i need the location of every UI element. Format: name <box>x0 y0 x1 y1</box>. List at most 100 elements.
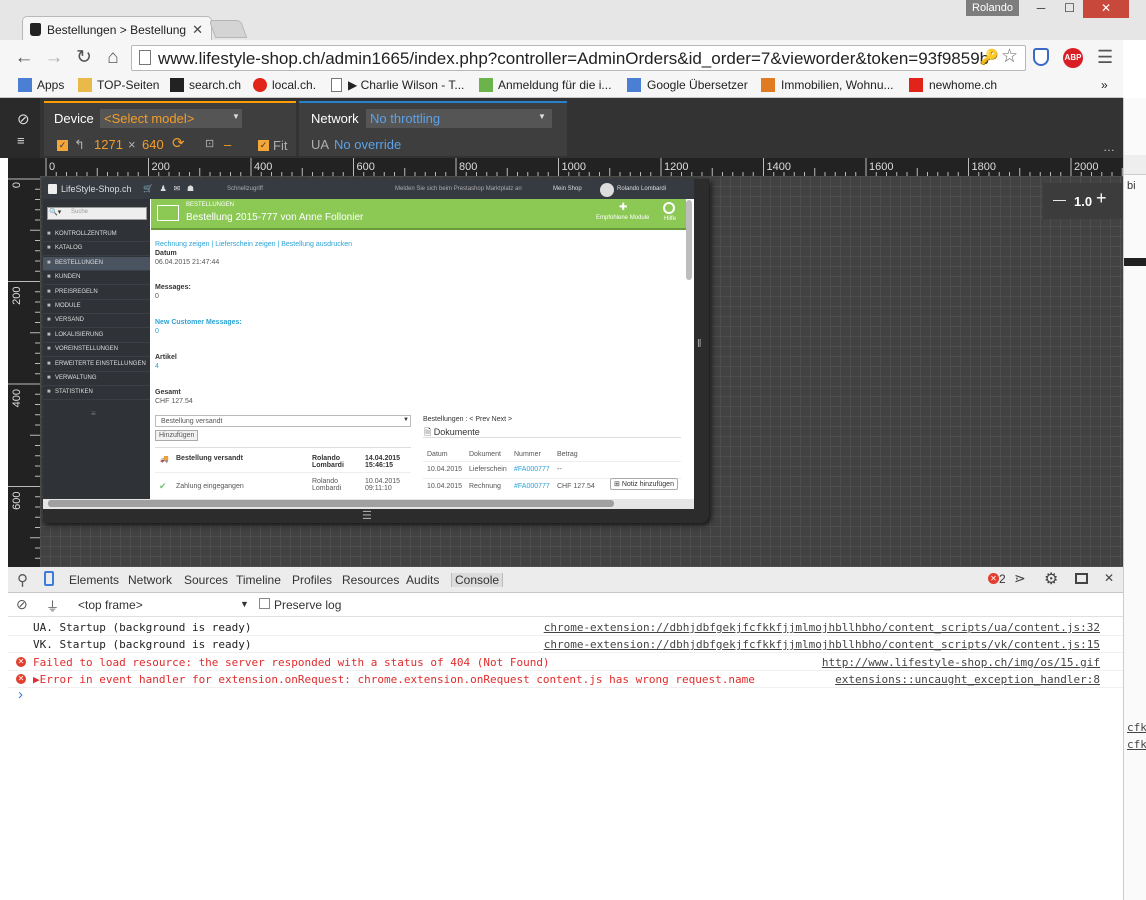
my-shop-link[interactable]: Mein Shop <box>553 186 582 192</box>
frame-select[interactable]: <top frame> <box>78 598 143 612</box>
resize-handle-right-icon[interactable]: ‖ <box>697 338 702 350</box>
console-source-link[interactable]: chrome-extension://dbhjdbfgekjfcfkkfjjml… <box>544 638 1100 651</box>
site-menu-item[interactable]: ■ STATISTIKEN <box>43 386 150 401</box>
horizontal-scrollbar-thumb[interactable] <box>48 500 614 507</box>
device-pixel-ratio[interactable]: – <box>224 137 231 152</box>
puzzle-icon[interactable]: ✚ <box>619 202 627 213</box>
preserve-log-checkbox[interactable] <box>259 598 270 609</box>
help-link[interactable]: Hilfe <box>664 216 676 222</box>
bookmark-item[interactable]: local.ch. <box>272 78 316 92</box>
zoom-out-button[interactable]: — <box>1053 192 1066 207</box>
adblock-plus-icon[interactable]: ABP <box>1063 48 1083 68</box>
chrome-menu-icon[interactable]: ☰ <box>1097 47 1113 68</box>
home-icon[interactable]: ⌂ <box>102 47 124 69</box>
site-search-icon[interactable]: 🔍▾ <box>49 208 61 216</box>
table-cell[interactable]: #FA000777 <box>514 483 550 490</box>
avatar[interactable] <box>600 183 614 197</box>
new-tab-button[interactable] <box>208 20 248 38</box>
devtools-tab-sources[interactable]: Sources <box>184 573 228 587</box>
extension-shield-icon[interactable] <box>1033 48 1049 66</box>
device-height-input[interactable]: 640 <box>142 137 164 152</box>
devtools-tab-profiles[interactable]: Profiles <box>292 573 332 587</box>
minimize-button[interactable]: ─ <box>1026 0 1056 18</box>
devtools-tab-resources[interactable]: Resources <box>342 573 399 587</box>
devtools-tab-console[interactable]: Console <box>451 573 504 587</box>
site-menu-item[interactable]: ■ VERSAND <box>43 314 150 329</box>
resize-handle-bottom-icon[interactable]: ☰ <box>362 509 372 522</box>
site-menu-item[interactable]: ■ BESTELLUNGEN <box>43 256 150 271</box>
bookmark-star-icon[interactable]: ☆ <box>1001 45 1018 68</box>
site-menu-item[interactable]: ■ KUNDEN <box>43 271 150 286</box>
bookmark-item[interactable]: Immobilien, Wohnu... <box>781 78 894 92</box>
site-menu-item[interactable]: ■ VOREINSTELLUNGEN <box>43 343 150 358</box>
console-source-link[interactable]: chrome-extension://dbhjdbfgekjfcfkkfjjml… <box>544 621 1100 634</box>
dock-icon[interactable] <box>1075 573 1088 584</box>
document-links[interactable]: Rechnung zeigen | Lieferschein zeigen | … <box>155 241 352 248</box>
more-icon[interactable]: … <box>1103 140 1115 154</box>
edge-link-2[interactable]: cfk <box>1127 738 1146 751</box>
device-mode-icon[interactable] <box>44 571 54 586</box>
devtools-tab-audits[interactable]: Audits <box>406 573 439 587</box>
emulate-resolution-checkbox[interactable]: ✓ <box>57 140 68 151</box>
menu-collapse-icon[interactable]: ≡ <box>91 409 96 418</box>
shop-brand[interactable]: LifeStyle-Shop.ch <box>61 184 132 194</box>
error-icon[interactable]: ✕ <box>988 573 999 584</box>
disable-device-mode-icon[interactable]: ⊘ <box>17 110 30 128</box>
url-text[interactable]: www.lifestyle-shop.ch/admin1665/index.ph… <box>158 49 988 69</box>
reload-icon[interactable]: ↻ <box>73 47 95 69</box>
forward-arrow-icon[interactable]: → <box>43 47 65 69</box>
zoom-in-button[interactable]: + <box>1096 188 1107 209</box>
bookmark-item[interactable]: newhome.ch <box>929 78 997 92</box>
site-menu-item[interactable]: ■ KATALOG <box>43 242 150 257</box>
bookmarks-more-button[interactable]: » <box>1101 78 1108 92</box>
device-width-input[interactable]: 1271 <box>94 137 123 152</box>
help-icon[interactable] <box>663 202 675 214</box>
tab-close-icon[interactable]: ✕ <box>192 22 203 38</box>
bookmark-item[interactable]: Anmeldung für die i... <box>498 78 611 92</box>
browser-tab[interactable]: Bestellungen > Bestellung ✕ <box>22 16 212 42</box>
add-note-button[interactable]: ⊞ Notiz hinzufügen <box>610 478 678 490</box>
edge-link-1[interactable]: cfk <box>1127 721 1146 734</box>
site-menu-item[interactable]: ■ LOKALISIERUNG <box>43 329 150 343</box>
order-navigation[interactable]: Bestellungen : < Prev Next > <box>423 416 512 423</box>
swap-dimensions-icon[interactable]: ⟳ <box>172 134 185 152</box>
header-icons[interactable]: 🛒 ♟ ✉ ☗ <box>143 184 194 193</box>
clear-console-icon[interactable]: ⊘ <box>16 596 28 613</box>
back-arrow-icon[interactable]: ← <box>13 47 35 69</box>
marketplace-notice[interactable]: Melden Sie sich beim Prestashop Marktpla… <box>395 186 522 192</box>
site-menu-item[interactable]: ■ ERWEITERTE EINSTELLUNGEN <box>43 358 150 372</box>
filter-icon[interactable]: ⏚ <box>46 596 59 615</box>
site-menu-item[interactable]: ■ VERWALTUNG <box>43 372 150 386</box>
console-source-link[interactable]: extensions::uncaught_exception_handler:8 <box>835 673 1100 686</box>
site-menu-item[interactable]: ■ KONTROLLZENTRUM <box>43 228 150 242</box>
site-menu-item[interactable]: ■ PREISREGELN <box>43 286 150 300</box>
inspect-icon[interactable]: ⚲ <box>17 571 28 589</box>
bookmark-item[interactable]: Apps <box>37 78 64 92</box>
settings-gear-icon[interactable]: ⚙ <box>1044 569 1058 589</box>
frame-dropdown-icon[interactable]: ▼ <box>240 599 249 609</box>
table-cell[interactable]: #FA000777 <box>514 466 550 473</box>
add-state-button[interactable]: Hinzufügen <box>155 430 199 441</box>
vertical-scrollbar-thumb[interactable] <box>686 200 692 280</box>
fit-checkbox[interactable]: ✓ <box>258 140 269 151</box>
bookmark-item[interactable]: search.ch <box>189 78 241 92</box>
media-queries-icon[interactable]: ≡ <box>17 133 25 148</box>
bookmark-item[interactable]: Google Übersetzer <box>647 78 748 92</box>
profile-button[interactable]: Rolando <box>966 0 1019 16</box>
devtools-tab-elements[interactable]: Elements <box>69 573 119 587</box>
ua-override-input[interactable]: No override <box>334 137 401 152</box>
devtools-close-icon[interactable]: ✕ <box>1104 571 1114 585</box>
console-prompt[interactable]: › <box>18 686 23 703</box>
header-user[interactable]: Rolando Lombardi <box>617 186 666 192</box>
devtools-tab-network[interactable]: Network <box>128 573 172 587</box>
recommended-modules-link[interactable]: Empfohlene Module <box>596 215 649 221</box>
bookmark-item[interactable]: TOP-Seiten <box>97 78 159 92</box>
site-search-input[interactable] <box>47 207 147 220</box>
show-drawer-icon[interactable]: ⋗ <box>1014 570 1026 587</box>
devtools-tab-timeline[interactable]: Timeline <box>236 573 281 587</box>
console-source-link[interactable]: http://www.lifestyle-shop.ch/img/os/15.g… <box>822 656 1100 669</box>
error-count[interactable]: 2 <box>999 572 1006 586</box>
site-menu-item[interactable]: ■ MODULE <box>43 300 150 314</box>
close-window-button[interactable]: ✕ <box>1083 0 1129 18</box>
bookmark-item[interactable]: ▶ Charlie Wilson - T... <box>348 78 464 92</box>
